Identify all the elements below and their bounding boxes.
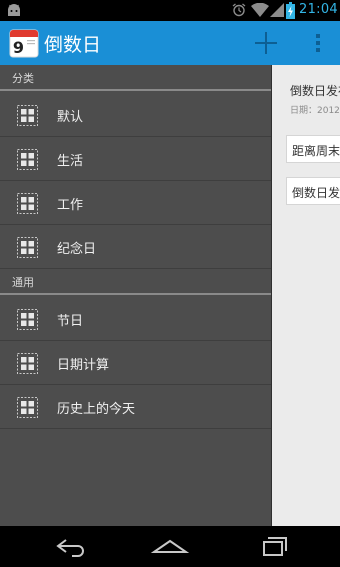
- drawer-item-label: 历史上的今天: [57, 402, 136, 417]
- event-card[interactable]: 距离周末还: [286, 135, 340, 163]
- home-icon[interactable]: [150, 535, 190, 557]
- drawer-item-label: 纪念日: [57, 242, 97, 257]
- drawer-item-anniversary[interactable]: 纪念日: [0, 225, 272, 269]
- grid-icon: [17, 397, 38, 418]
- grid-icon: [17, 353, 38, 374]
- drawer-item-life[interactable]: 生活: [0, 137, 272, 181]
- drawer-item-label: 默认: [57, 110, 84, 125]
- signal-icon: [270, 3, 284, 17]
- action-bar: 9 倒数日: [0, 21, 340, 65]
- system-nav-bar: [0, 526, 340, 567]
- drawer-item-default[interactable]: 默认: [0, 93, 272, 137]
- drawer-item-label: 日期计算: [57, 358, 110, 373]
- navigation-drawer: 分类 默认 生活 工作 纪念日 通用 节日 日期计算 历史上的今天: [0, 65, 272, 526]
- alarm-icon: [232, 3, 246, 17]
- section-header-label: 分类: [12, 72, 34, 85]
- section-header-label: 通用: [12, 276, 34, 289]
- event-date: 日期：2012: [290, 106, 340, 116]
- drawer-item-today-in-history[interactable]: 历史上的今天: [0, 385, 272, 429]
- battery-charging-icon: [286, 2, 295, 19]
- drawer-item-label: 节日: [57, 314, 84, 329]
- main-content: 倒数日发布 日期：2012 距离周末还 倒数日发布: [272, 65, 340, 526]
- grid-icon: [17, 149, 38, 170]
- drawer-item-work[interactable]: 工作: [0, 181, 272, 225]
- drawer-item-label: 生活: [57, 154, 84, 169]
- event-card-label: 距离周末还: [292, 144, 340, 158]
- app-title[interactable]: 倒数日: [44, 30, 101, 57]
- back-icon[interactable]: [52, 535, 92, 557]
- wifi-icon: [251, 3, 269, 17]
- status-bar: 21:04: [0, 0, 340, 21]
- recent-apps-icon[interactable]: [252, 535, 292, 557]
- grid-icon: [17, 105, 38, 126]
- grid-icon: [17, 309, 38, 330]
- drawer-edge: [271, 65, 272, 526]
- event-card[interactable]: 倒数日发布: [286, 177, 340, 205]
- section-header-general: 通用: [0, 269, 272, 295]
- grid-icon: [17, 237, 38, 258]
- overflow-menu-icon[interactable]: [313, 29, 323, 57]
- add-icon[interactable]: [252, 29, 280, 57]
- section-header-category: 分类: [0, 65, 272, 91]
- calendar-app-icon[interactable]: 9: [9, 28, 39, 58]
- event-title[interactable]: 倒数日发布: [290, 82, 340, 99]
- status-time: 21:04: [299, 2, 338, 17]
- event-card-label: 倒数日发布: [292, 186, 340, 200]
- drawer-item-date-calculator[interactable]: 日期计算: [0, 341, 272, 385]
- drawer-item-holidays[interactable]: 节日: [0, 297, 272, 341]
- grid-icon: [17, 193, 38, 214]
- android-notification-icon: [8, 4, 20, 16]
- calendar-day-number: 9: [13, 38, 24, 57]
- drawer-item-label: 工作: [57, 198, 84, 213]
